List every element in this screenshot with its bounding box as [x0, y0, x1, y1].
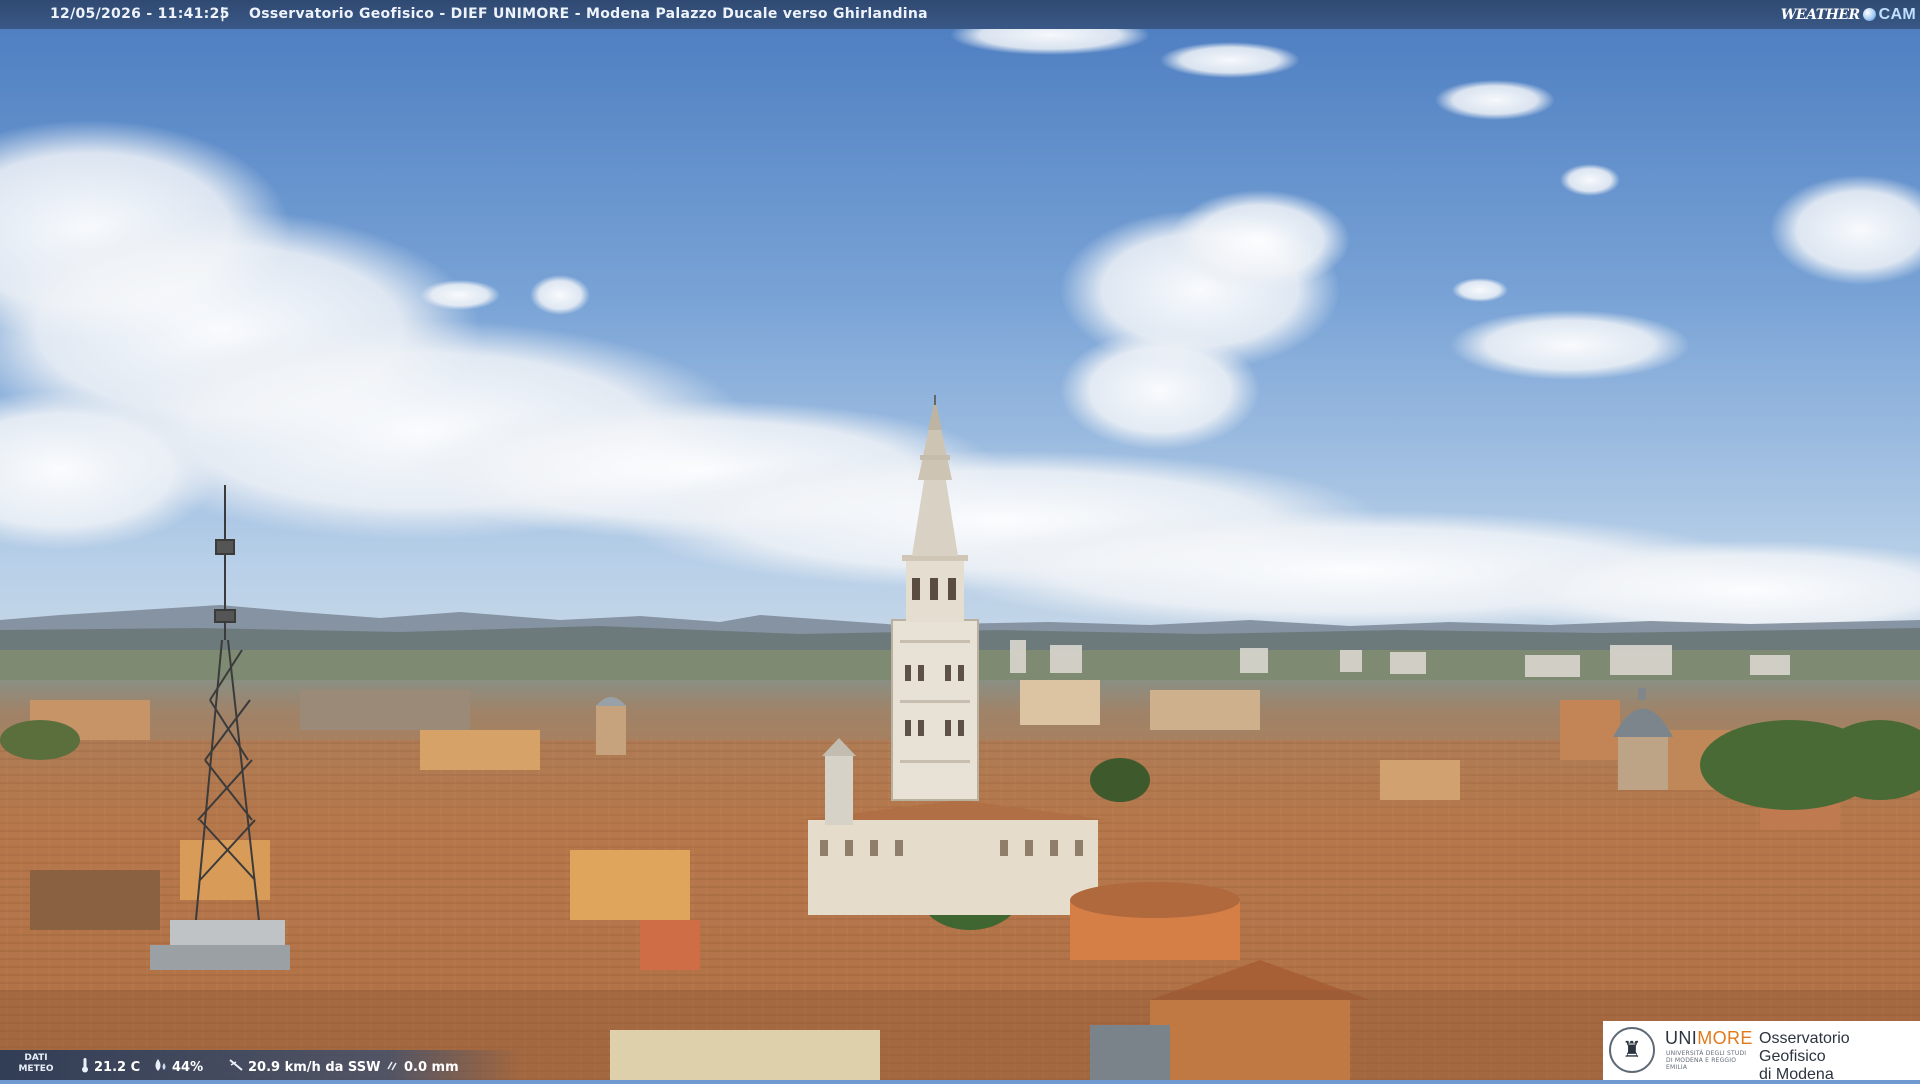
weathercam-logo: WEATHER CAM — [1781, 4, 1916, 25]
unimore-logo-box: ♜ UNIMORE UNIVERSITÀ DEGLI STUDI DI MODE… — [1603, 1021, 1920, 1083]
unimore-wordmark: UNIMORE — [1665, 1028, 1753, 1048]
weather-data-bar: DATI METEO 21.2 C 44% 20.9 km/h da SSW 0… — [0, 1050, 520, 1080]
timestamp: 12/05/2026 - 11:41:25 — [50, 6, 230, 22]
rain-icon — [386, 1057, 400, 1077]
university-full-name: UNIVERSITÀ DEGLI STUDI DI MODENA E REGGI… — [1666, 1050, 1747, 1071]
meteo-label: DATI METEO — [18, 1053, 54, 1074]
globe-icon — [1862, 8, 1876, 21]
wind-readout: 20.9 km/h da SSW — [228, 1057, 380, 1077]
temperature-readout: 21.2 C — [80, 1057, 140, 1077]
temperature-value: 21.2 C — [94, 1059, 141, 1075]
brand-word: WEATHER — [1780, 6, 1860, 23]
brand-cam: CAM — [1878, 5, 1916, 23]
webcam-image — [0, 0, 1920, 1080]
observatory-name: Osservatorio Geofisico di Modena — [1759, 1030, 1920, 1084]
droplet-icon — [152, 1057, 168, 1077]
thermometer-icon — [80, 1057, 90, 1077]
camera-title: Osservatorio Geofisico - DIEF UNIMORE - … — [249, 6, 928, 22]
university-seal-icon: ♜ — [1609, 1027, 1655, 1073]
rain-value: 0.0 mm — [404, 1059, 459, 1075]
wind-value: 20.9 km/h da SSW — [248, 1059, 381, 1075]
humidity-readout: 44% — [152, 1057, 203, 1077]
caption-bar: 12/05/2026 - 11:41:25 | Osservatorio Geo… — [0, 0, 1920, 29]
humidity-value: 44% — [172, 1059, 204, 1075]
caption-separator: | — [220, 6, 226, 22]
wind-icon — [228, 1057, 244, 1077]
rain-readout: 0.0 mm — [386, 1057, 459, 1077]
observatory-name-line2: di Modena — [1759, 1066, 1834, 1083]
observatory-name-line1: Osservatorio Geofisico — [1759, 1030, 1850, 1065]
